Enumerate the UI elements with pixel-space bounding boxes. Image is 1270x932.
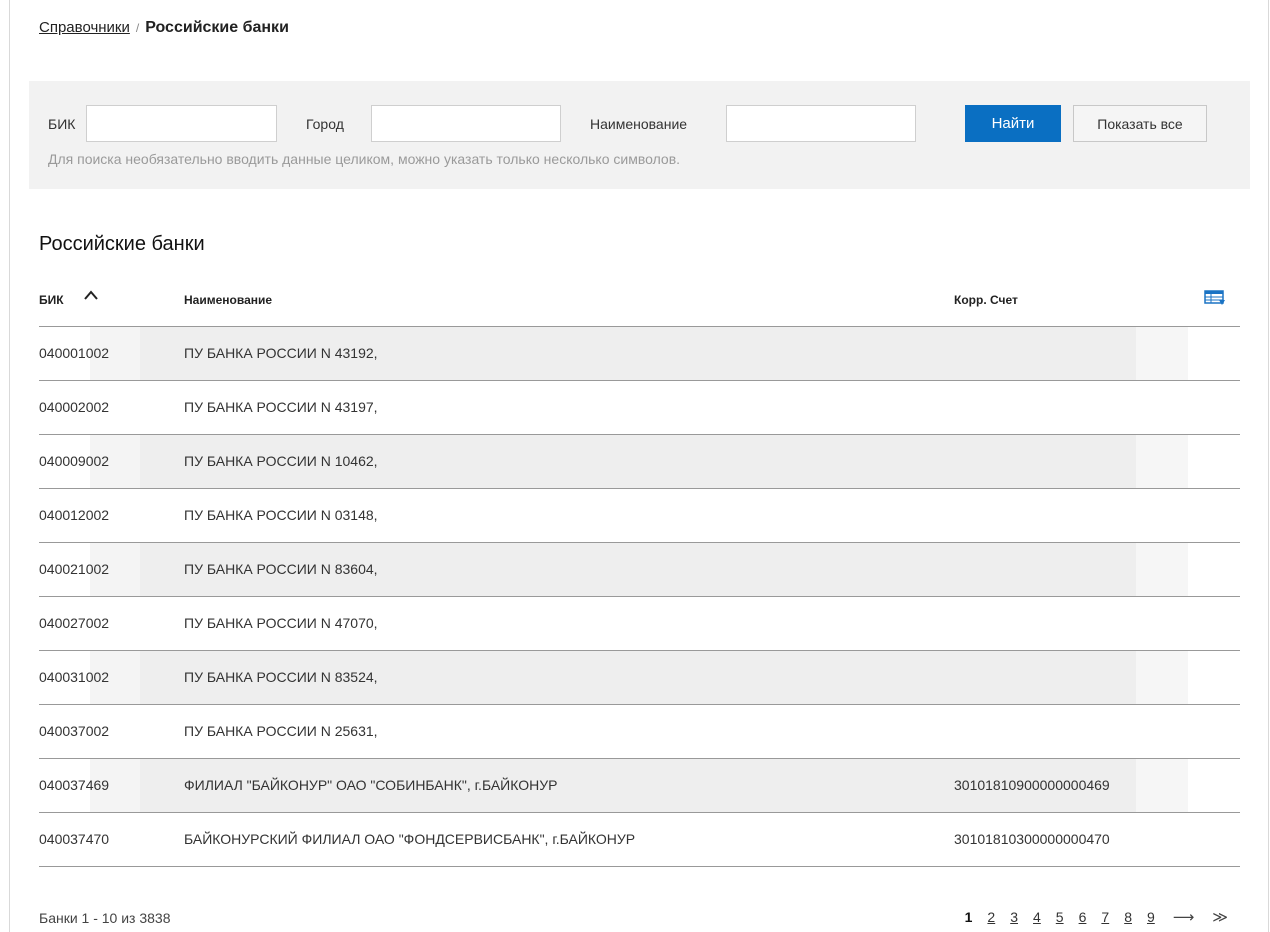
table-row[interactable]: 040031002 ПУ БАНКА РОССИИ N 83524, [39, 651, 1240, 705]
cell-bik: 040009002 [39, 453, 110, 469]
table-row[interactable]: 040037469 ФИЛИАЛ "БАЙКОНУР" ОАО "СОБИНБАН… [39, 759, 1240, 813]
cell-bik: 040012002 [39, 507, 110, 523]
name-label: Наименование [590, 116, 688, 132]
page-link-4[interactable]: 4 [1033, 909, 1041, 925]
table-row[interactable]: 040027002 ПУ БАНКА РОССИИ N 47070, [39, 597, 1240, 651]
page-link-1[interactable]: 1 [965, 909, 973, 925]
find-button[interactable]: Найти [965, 105, 1061, 142]
page-link-6[interactable]: 6 [1079, 909, 1087, 925]
row-stripe [1136, 651, 1188, 704]
cell-account: 30101810900000000469 [954, 777, 1110, 793]
city-label: Город [306, 116, 344, 132]
table-row[interactable]: 040021002 ПУ БАНКА РОССИИ N 83604, [39, 543, 1240, 597]
table-columns-icon[interactable] [1204, 289, 1226, 307]
page-link-7[interactable]: 7 [1101, 909, 1109, 925]
row-stripe [1136, 489, 1188, 542]
column-header-bik[interactable]: БИК [39, 293, 64, 307]
cell-bik: 040027002 [39, 615, 110, 631]
cell-name: ПУ БАНКА РОССИИ N 83604, [184, 561, 378, 577]
table-row[interactable]: 040037470 БАЙКОНУРСКИЙ ФИЛИАЛ ОАО "ФОНДСЕ… [39, 813, 1240, 867]
table-body: 040001002 ПУ БАНКА РОССИИ N 43192, 0400020… [39, 327, 1240, 867]
page-title: Российские банки [145, 19, 289, 36]
city-input[interactable] [371, 105, 561, 142]
breadcrumb-link-directories[interactable]: Справочники [39, 19, 130, 36]
cell-bik: 040037470 [39, 831, 110, 847]
table-title: Российские банки [39, 233, 205, 255]
page-link-9[interactable]: 9 [1147, 909, 1155, 925]
bik-label: БИК [48, 116, 76, 132]
row-stripe [1136, 381, 1188, 434]
column-header-account[interactable]: Корр. Счет [954, 293, 1018, 307]
result-count: Банки 1 - 10 из 3838 [39, 910, 171, 926]
breadcrumb: Справочники / Российские банки [39, 19, 289, 37]
row-stripe [1136, 705, 1188, 758]
row-stripe [1136, 543, 1188, 596]
search-hint: Для поиска необязательно вводить данные … [48, 151, 681, 167]
table-row[interactable]: 040001002 ПУ БАНКА РОССИИ N 43192, [39, 327, 1240, 381]
row-stripe [1136, 597, 1188, 650]
pagination: 1 2 3 4 5 6 7 8 9 ⟶ ≫ [950, 908, 1228, 926]
row-stripe [1136, 327, 1188, 380]
cell-bik: 040002002 [39, 399, 110, 415]
table-row[interactable]: 040012002 ПУ БАНКА РОССИИ N 03148, [39, 489, 1240, 543]
cell-bik: 040037002 [39, 723, 110, 739]
next-page-arrow-icon[interactable]: ⟶ [1173, 908, 1195, 926]
name-input[interactable] [726, 105, 916, 142]
last-page-icon[interactable]: ≫ [1212, 908, 1228, 926]
table-header: БИК Наименование Корр. Счет [39, 284, 1240, 327]
row-stripe [1136, 813, 1188, 866]
cell-name: ПУ БАНКА РОССИИ N 83524, [184, 669, 378, 685]
cell-name: ПУ БАНКА РОССИИ N 43197, [184, 399, 378, 415]
cell-name: БАЙКОНУРСКИЙ ФИЛИАЛ ОАО "ФОНДСЕРВИСБАНК"… [184, 831, 636, 847]
page-container: Справочники / Российские банки БИК Город… [9, 0, 1269, 932]
page-link-3[interactable]: 3 [1010, 909, 1018, 925]
column-header-name[interactable]: Наименование [184, 293, 272, 307]
breadcrumb-separator: / [135, 21, 140, 35]
row-stripe [1136, 435, 1188, 488]
search-filter-panel: БИК Город Наименование Найти Показать вс… [29, 81, 1250, 189]
cell-name: ПУ БАНКА РОССИИ N 47070, [184, 615, 378, 631]
bik-input[interactable] [86, 105, 277, 142]
banks-table: БИК Наименование Корр. Счет 040001002 ПУ … [39, 284, 1240, 867]
row-stripe [1136, 759, 1188, 812]
table-row[interactable]: 040037002 ПУ БАНКА РОССИИ N 25631, [39, 705, 1240, 759]
page-link-5[interactable]: 5 [1056, 909, 1064, 925]
table-row[interactable]: 040002002 ПУ БАНКА РОССИИ N 43197, [39, 381, 1240, 435]
cell-name: ФИЛИАЛ "БАЙКОНУР" ОАО "СОБИНБАНК", г.БАЙ… [184, 777, 558, 793]
cell-bik: 040037469 [39, 777, 110, 793]
chevron-up-icon[interactable] [82, 288, 100, 302]
show-all-button[interactable]: Показать все [1073, 105, 1207, 142]
cell-bik: 040021002 [39, 561, 110, 577]
cell-bik: 040001002 [39, 345, 110, 361]
cell-name: ПУ БАНКА РОССИИ N 25631, [184, 723, 378, 739]
page-link-8[interactable]: 8 [1124, 909, 1132, 925]
cell-bik: 040031002 [39, 669, 110, 685]
cell-name: ПУ БАНКА РОССИИ N 43192, [184, 345, 378, 361]
table-row[interactable]: 040009002 ПУ БАНКА РОССИИ N 10462, [39, 435, 1240, 489]
page-link-2[interactable]: 2 [987, 909, 995, 925]
cell-name: ПУ БАНКА РОССИИ N 10462, [184, 453, 378, 469]
cell-account: 30101810300000000470 [954, 831, 1110, 847]
cell-name: ПУ БАНКА РОССИИ N 03148, [184, 507, 378, 523]
